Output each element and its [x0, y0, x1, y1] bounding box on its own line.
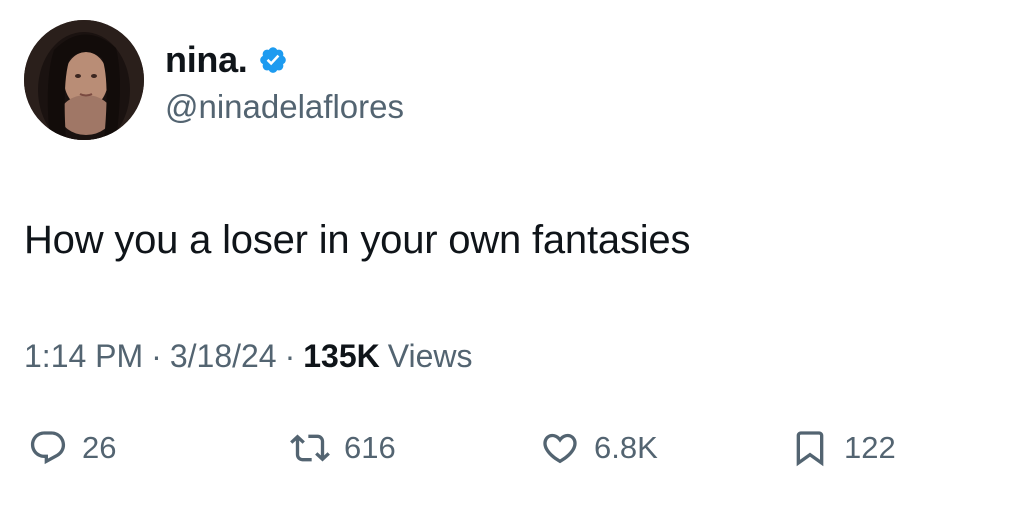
retweet-button[interactable]: 616 [290, 418, 396, 478]
retweet-count: 616 [344, 430, 396, 465]
display-name[interactable]: nina. [165, 39, 248, 81]
reply-button[interactable]: 26 [28, 418, 116, 478]
views-label: Views [387, 338, 473, 374]
meta-separator: · [151, 338, 162, 374]
action-bar: 26 616 6.8K 122 [0, 418, 1024, 478]
meta-separator: · [284, 338, 296, 374]
tweet-time[interactable]: 1:14 PM [24, 338, 143, 375]
tweet-text: How you a loser in your own fantasies [24, 218, 691, 262]
author-handle[interactable]: @ninadelaflores [165, 88, 404, 126]
bookmark-button[interactable]: 122 [790, 418, 896, 478]
verified-badge-icon [259, 47, 286, 73]
avatar[interactable] [24, 20, 144, 140]
reply-icon [30, 431, 66, 465]
retweet-icon [290, 434, 330, 462]
heart-icon [543, 433, 577, 464]
bookmark-icon [796, 431, 824, 467]
like-count: 6.8K [594, 430, 658, 465]
avatar-photo [24, 20, 144, 140]
tweet-meta: 1:14 PM · 3/18/24 · 135K Views [24, 338, 473, 375]
author-name-row[interactable]: nina. [165, 38, 288, 82]
views-count[interactable]: 135K [303, 338, 380, 375]
reply-count: 26 [82, 430, 117, 465]
bookmark-count: 122 [844, 430, 896, 465]
tweet-date[interactable]: 3/18/24 [170, 338, 277, 375]
like-button[interactable]: 6.8K [540, 418, 658, 478]
tweet-card: nina. @ninadelaflores How you a loser in… [0, 0, 1024, 530]
